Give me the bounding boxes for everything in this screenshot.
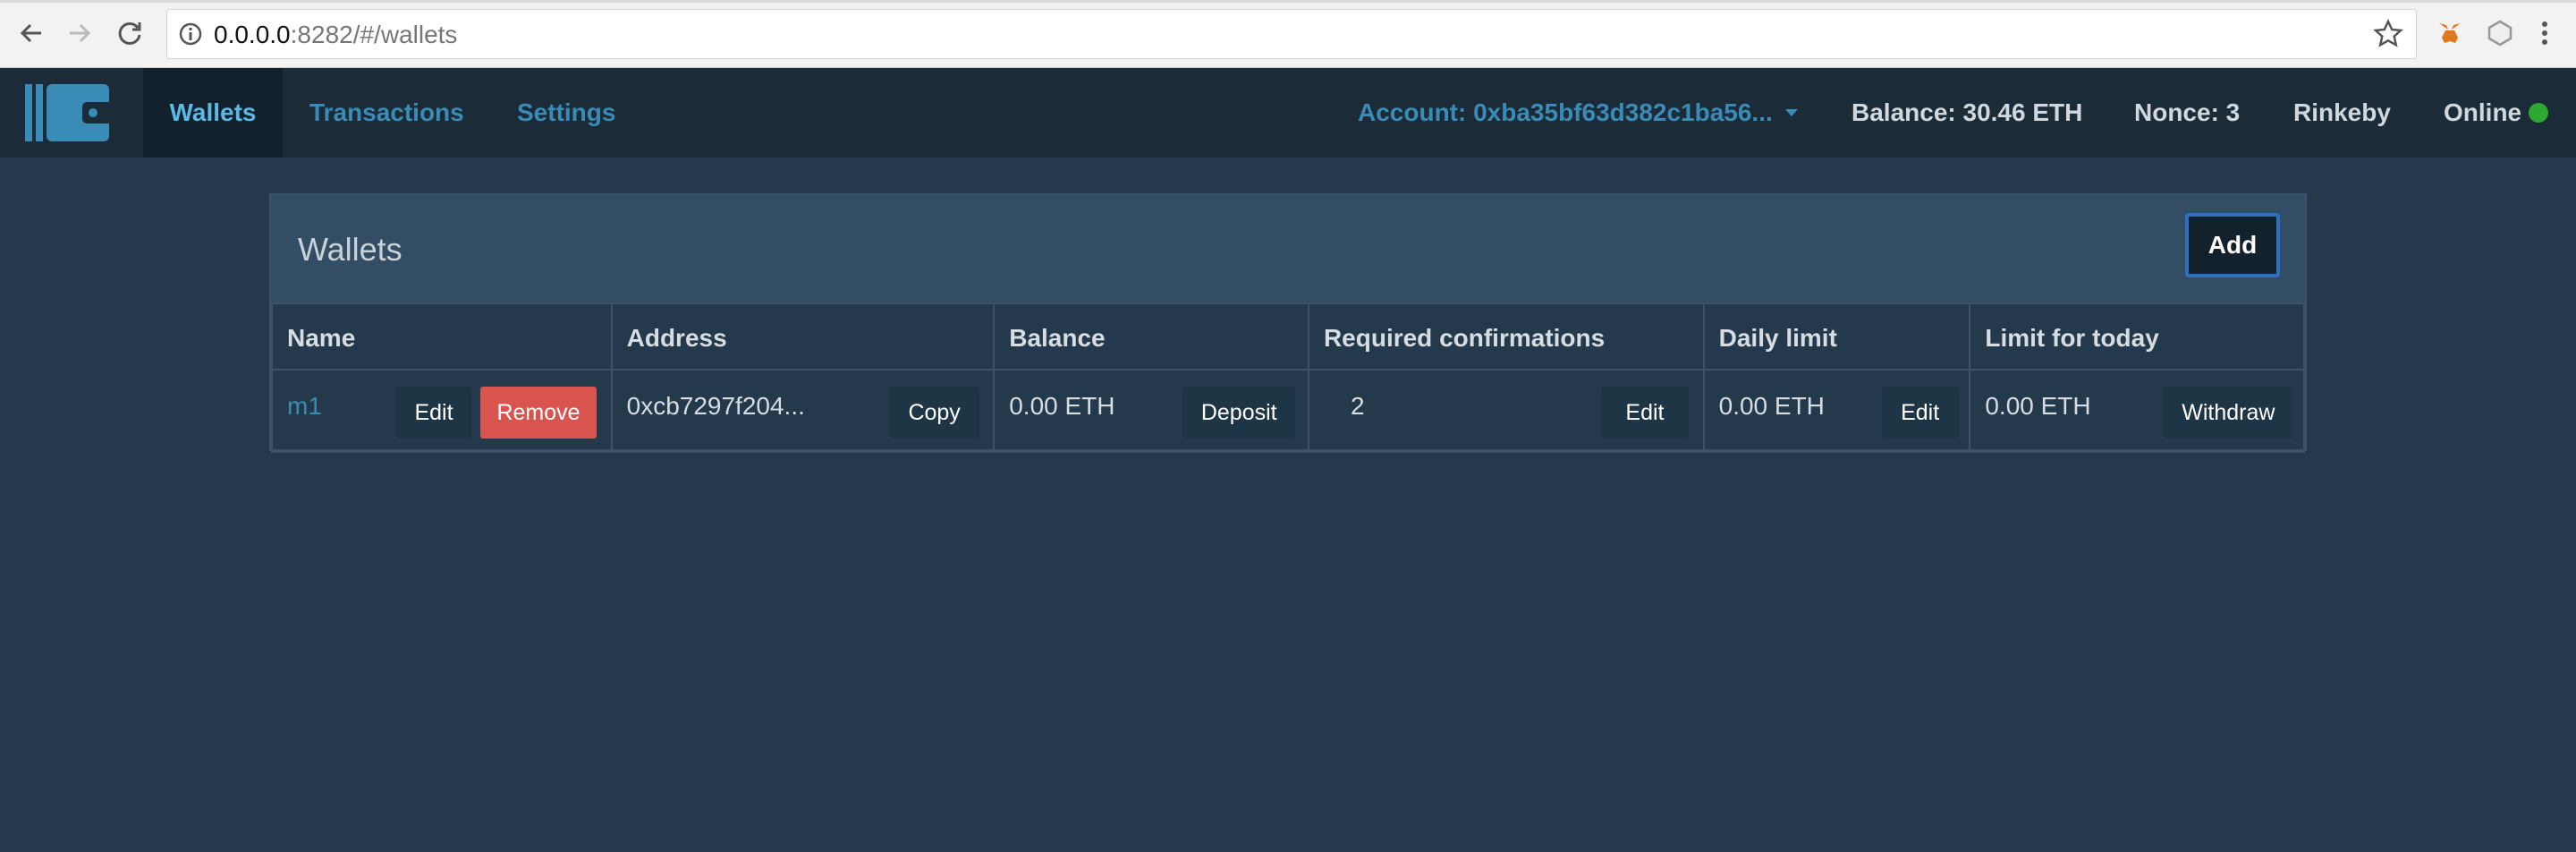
wallets-table: Name Address Balance Required confirmati… — [271, 302, 2305, 453]
app-navbar: Wallets Transactions Settings Account: 0… — [0, 68, 2576, 158]
url-text: 0.0.0.0:8282/#/wallets — [214, 21, 457, 48]
withdraw-button[interactable]: Withdraw — [2164, 387, 2293, 439]
column-header-limit-for-today: Limit for today — [1969, 302, 2305, 371]
status-dot-icon — [2529, 103, 2549, 123]
column-header-daily-limit: Daily limit — [1702, 302, 1971, 371]
tab-strip-edge — [0, 0, 2576, 3]
edit-confirmations-button[interactable]: Edit — [1600, 387, 1689, 439]
table-header-row: Name Address Balance Required confirmati… — [271, 302, 2305, 371]
column-header-name: Name — [271, 302, 613, 371]
limit-today-cell: 0.00 ETH Withdraw — [1969, 369, 2305, 453]
bookmark-star-icon[interactable] — [2373, 19, 2403, 54]
wallet-logo-icon[interactable] — [25, 84, 116, 141]
daily-limit-cell: 0.00 ETH Edit — [1702, 369, 1971, 453]
url-path: :8282/#/wallets — [290, 21, 458, 48]
add-wallet-button[interactable]: Add — [2185, 213, 2280, 277]
url-host: 0.0.0.0 — [214, 21, 291, 48]
nonce-label: Nonce: 3 — [2134, 98, 2241, 126]
account-dropdown[interactable]: Account: 0xba35bf63d382c1ba56... — [1358, 68, 1798, 158]
metamask-icon[interactable] — [2435, 18, 2465, 48]
browser-chrome: 0.0.0.0:8282/#/wallets — [0, 0, 2576, 68]
browser-menu-icon[interactable] — [2529, 18, 2560, 48]
status-label: Online — [2444, 98, 2522, 126]
wallet-address: 0xcb7297f204... — [626, 392, 805, 420]
deposit-button[interactable]: Deposit — [1182, 387, 1296, 439]
connection-status: Online — [2444, 68, 2549, 158]
daily-limit-value: 0.00 ETH — [1718, 392, 1825, 420]
column-header-balance: Balance — [993, 302, 1309, 371]
panel-header: Wallets Add — [271, 195, 2305, 302]
back-icon[interactable] — [14, 16, 48, 50]
wallet-name-link[interactable]: m1 — [287, 392, 322, 421]
edit-name-button[interactable]: Edit — [396, 387, 471, 439]
edit-daily-limit-button[interactable]: Edit — [1881, 387, 1959, 439]
tab-transactions[interactable]: Transactions — [309, 68, 464, 158]
address-cell: 0xcb7297f204... Copy — [610, 369, 996, 453]
address-bar[interactable]: 0.0.0.0:8282/#/wallets — [166, 9, 2417, 59]
extension-hexagon-icon[interactable] — [2485, 18, 2515, 48]
limit-today-value: 0.00 ETH — [1985, 392, 2091, 420]
confirmations-cell: 2 Edit — [1307, 369, 1705, 453]
panel-title: Wallets — [298, 231, 402, 268]
tab-wallets[interactable]: Wallets — [143, 68, 283, 158]
account-label: Account: 0xba35bf63d382c1ba56... — [1358, 98, 1773, 126]
column-header-required-confirmations: Required confirmations — [1307, 302, 1705, 371]
wallets-panel: Wallets Add Name Address Balance Require… — [269, 193, 2307, 453]
copy-address-button[interactable]: Copy — [889, 387, 979, 439]
network-label: Rinkeby — [2293, 98, 2391, 126]
info-icon[interactable] — [178, 21, 203, 51]
balance-cell: 0.00 ETH Deposit — [993, 369, 1309, 453]
column-header-address: Address — [610, 302, 996, 371]
chevron-down-icon — [1784, 109, 1798, 116]
forward-icon[interactable] — [63, 16, 97, 50]
wallet-balance: 0.00 ETH — [1009, 392, 1115, 420]
balance-label: Balance: 30.46 ETH — [1852, 98, 2083, 126]
name-cell: m1 Edit Remove — [271, 369, 613, 453]
reload-icon[interactable] — [113, 16, 147, 50]
tab-settings[interactable]: Settings — [517, 68, 615, 158]
required-confirmations-value: 2 — [1350, 392, 1365, 420]
remove-wallet-button[interactable]: Remove — [480, 387, 597, 439]
table-row: m1 Edit Remove 0xcb7297f204... Copy 0.00… — [271, 369, 2305, 453]
